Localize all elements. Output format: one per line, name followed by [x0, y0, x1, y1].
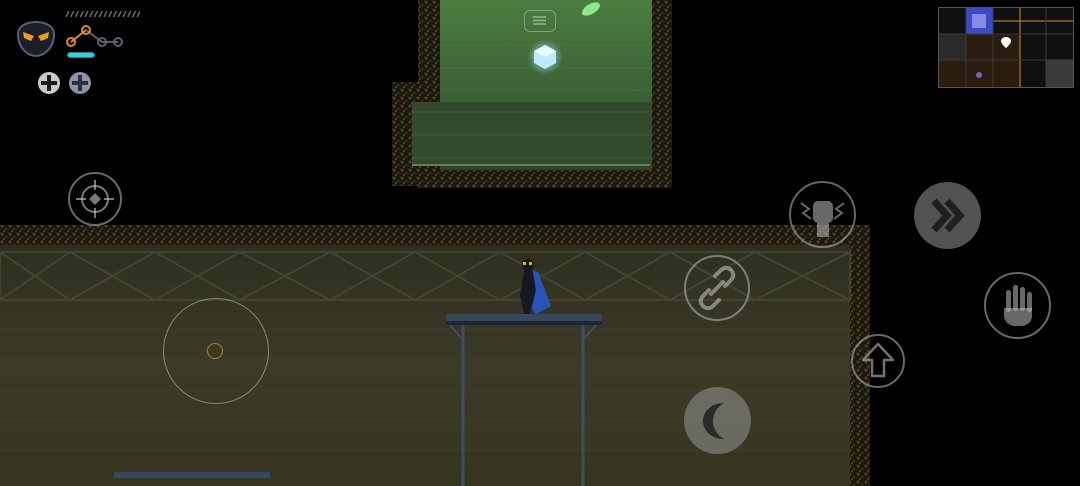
health-segment — [103, 10, 108, 18]
chain-link-icon — [698, 265, 736, 311]
player-portrait — [14, 12, 58, 58]
health-segment — [79, 10, 84, 18]
double-chevron-right-icon — [931, 198, 965, 233]
plus-cross-icon — [69, 72, 91, 94]
minimap-room — [1046, 60, 1073, 87]
crosshair-icon — [76, 180, 114, 218]
target-button[interactable] — [68, 172, 122, 226]
crescent-button[interactable] — [684, 387, 751, 454]
menu-button[interactable] — [524, 10, 556, 32]
health-segment — [74, 10, 80, 18]
up-arrow-icon — [861, 342, 895, 378]
ninja-mask-portrait-icon — [16, 21, 56, 58]
minimap[interactable] — [938, 7, 1074, 88]
health-segment — [136, 10, 140, 18]
health-segment — [122, 10, 127, 18]
health-segment — [127, 10, 132, 18]
crescent-moon-icon — [703, 403, 724, 439]
health-segment — [117, 10, 122, 18]
power-fist-button[interactable] — [789, 181, 856, 248]
health-segment — [65, 10, 70, 18]
health-segment — [98, 10, 103, 18]
low-ledge-platform — [114, 472, 270, 478]
energy-bar-fill — [68, 53, 94, 57]
open-hand-icon — [1004, 285, 1032, 326]
energy-bar — [67, 52, 95, 58]
health-segment — [84, 10, 89, 18]
dash-button[interactable] — [914, 182, 981, 249]
grab-button[interactable] — [984, 272, 1051, 339]
menu-lines-icon — [533, 16, 546, 25]
health-segment — [93, 10, 99, 18]
health-segment — [89, 10, 94, 18]
purple-dot-icon — [976, 72, 982, 78]
health-segment — [70, 10, 75, 18]
health-segment — [131, 10, 137, 18]
chain-button[interactable] — [684, 255, 750, 321]
health-bar — [65, 10, 140, 18]
jump-button[interactable] — [851, 334, 905, 388]
power-fist-icon — [800, 201, 845, 237]
minimap-room — [939, 34, 966, 60]
virtual-joystick[interactable] — [163, 298, 269, 404]
skill-node-tree — [66, 25, 123, 47]
health-segment — [108, 10, 113, 18]
plus-cross-icon — [38, 72, 60, 94]
heal-charges — [37, 70, 97, 96]
health-segment — [112, 10, 118, 18]
joystick-knob[interactable] — [207, 343, 223, 359]
ice-cube-collectible[interactable] — [527, 39, 563, 75]
